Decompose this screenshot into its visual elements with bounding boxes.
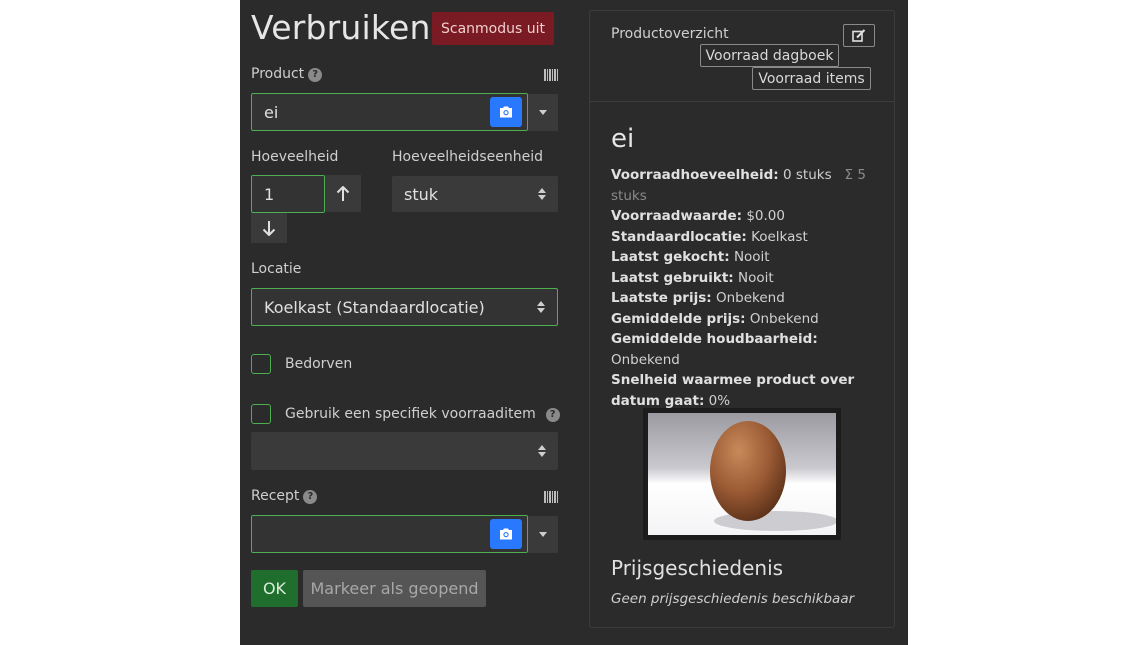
unit-select[interactable]: stuk xyxy=(392,176,558,212)
product-stats: Voorraadhoeveelheid: 0 stuks Σ 5 stuks V… xyxy=(611,165,881,411)
stat-last-used: Laatst gebruikt: Nooit xyxy=(611,268,881,289)
card-header: Productoverzicht Voorraad dagboek Voorra… xyxy=(590,11,894,102)
product-input-value: ei xyxy=(264,102,279,122)
stat-label: Laatst gekocht: xyxy=(611,249,730,265)
product-overview-card: Productoverzicht Voorraad dagboek Voorra… xyxy=(589,10,895,628)
help-icon[interactable]: ? xyxy=(303,489,318,504)
stat-value: 0 stuks xyxy=(783,167,832,183)
select-arrows-icon xyxy=(538,445,546,457)
edit-icon xyxy=(852,29,866,42)
recipe-label: Recept? xyxy=(251,488,318,504)
product-label: Product? xyxy=(251,66,323,82)
stat-spoil-rate: Snelheid waarmee product over datum gaat:… xyxy=(611,370,881,411)
recipe-dropdown-button[interactable] xyxy=(528,516,558,553)
stat-avg-price: Gemiddelde prijs: Onbekend xyxy=(611,309,881,330)
stat-last-price: Laatste prijs: Onbekend xyxy=(611,288,881,309)
help-icon[interactable]: ? xyxy=(545,407,560,422)
price-history-empty: Geen prijsgeschiedenis beschikbaar xyxy=(611,591,855,607)
chevron-down-icon xyxy=(539,532,547,537)
quantity-input-value: 1 xyxy=(264,184,275,204)
location-select[interactable]: Koelkast (Standaardlocatie) xyxy=(251,288,558,326)
spoiled-label: Bedorven xyxy=(285,356,353,372)
help-icon[interactable]: ? xyxy=(308,67,323,82)
mark-opened-button[interactable]: Markeer als geopend xyxy=(303,570,486,607)
stat-value: 0% xyxy=(708,392,731,409)
camera-icon xyxy=(500,106,512,118)
price-history-title: Prijsgeschiedenis xyxy=(611,556,784,580)
barcode-icon[interactable] xyxy=(544,69,559,81)
camera-button[interactable] xyxy=(490,519,522,549)
stat-value: Onbekend xyxy=(715,290,785,306)
stock-sum-unit: stuks xyxy=(611,187,647,204)
specific-item-label: Gebruik een specifiek voorraaditem? xyxy=(285,406,560,422)
stat-stock-amount: Voorraadhoeveelheid: 0 stuks Σ 5 xyxy=(611,165,881,186)
product-picture xyxy=(643,408,841,540)
stat-label: Laatste prijs: xyxy=(611,290,712,306)
recipe-input[interactable] xyxy=(251,515,528,553)
egg-image xyxy=(648,413,836,535)
arrow-up-icon xyxy=(336,185,350,201)
stock-sum: Σ 5 xyxy=(844,167,866,183)
spoiled-checkbox[interactable] xyxy=(251,354,271,374)
scan-mode-button[interactable]: Scanmodus uit xyxy=(432,12,554,45)
select-arrows-icon xyxy=(537,301,545,313)
stat-label: Voorraadwaarde: xyxy=(611,208,743,224)
location-select-value: Koelkast (Standaardlocatie) xyxy=(264,297,485,317)
edit-product-button[interactable] xyxy=(843,24,875,47)
stat-default-location: Standaardlocatie: Koelkast xyxy=(611,227,881,248)
stat-label: datum gaat: xyxy=(611,392,705,409)
stat-label: Snelheid waarmee product over xyxy=(611,372,855,388)
stat-label: Laatst gebruikt: xyxy=(611,269,734,286)
arrow-down-icon xyxy=(262,221,276,236)
page-title: Verbruiken xyxy=(251,8,431,47)
location-label: Locatie xyxy=(251,261,302,277)
quantity-input[interactable]: 1 xyxy=(251,175,325,213)
stat-label: Gemiddelde prijs: xyxy=(611,310,746,327)
chevron-down-icon xyxy=(539,110,547,115)
stat-value: Onbekend xyxy=(749,310,819,327)
unit-select-value: stuk xyxy=(404,184,439,204)
stat-label: Gemiddelde houdbaarheid: xyxy=(611,331,818,347)
camera-button[interactable] xyxy=(490,97,522,127)
recipe-label-text: Recept xyxy=(251,488,300,504)
product-dropdown-button[interactable] xyxy=(528,94,558,131)
stat-label: Voorraadhoeveelheid: xyxy=(611,167,779,183)
egg-graphic xyxy=(710,421,836,531)
product-name: ei xyxy=(611,124,635,154)
specific-item-select[interactable] xyxy=(251,432,558,470)
quantity-increase-button[interactable] xyxy=(325,175,361,212)
unit-label: Hoeveelheidseenheid xyxy=(392,149,544,165)
quantity-decrease-button[interactable] xyxy=(251,213,287,243)
specific-item-checkbox[interactable] xyxy=(251,404,271,424)
stat-label: Standaardlocatie: xyxy=(611,228,747,245)
stock-items-button[interactable]: Voorraad items xyxy=(752,67,871,90)
stat-last-purchased: Laatst gekocht: Nooit xyxy=(611,247,881,268)
card-heading: Productoverzicht xyxy=(611,26,729,42)
select-arrows-icon xyxy=(538,188,546,200)
stat-value: $0.00 xyxy=(746,208,785,224)
quantity-label: Hoeveelheid xyxy=(251,149,339,165)
ok-button[interactable]: OK xyxy=(251,570,298,607)
stat-value: Onbekend xyxy=(611,351,680,368)
stat-value: Koelkast xyxy=(751,228,808,245)
stat-value: Nooit xyxy=(737,269,774,286)
specific-item-label-text: Gebruik een specifiek voorraaditem xyxy=(285,406,536,422)
barcode-icon[interactable] xyxy=(544,491,559,503)
stat-stock-value: Voorraadwaarde: $0.00 xyxy=(611,206,881,227)
stock-journal-button[interactable]: Voorraad dagboek xyxy=(700,44,839,67)
camera-icon xyxy=(500,528,512,540)
product-input[interactable]: ei xyxy=(251,93,528,131)
app-window: Verbruiken Scanmodus uit Product? ei Hoe… xyxy=(240,0,908,645)
product-label-text: Product xyxy=(251,66,305,82)
stat-value: Nooit xyxy=(733,249,770,265)
stat-avg-shelf-life: Gemiddelde houdbaarheid: Onbekend xyxy=(611,329,881,370)
